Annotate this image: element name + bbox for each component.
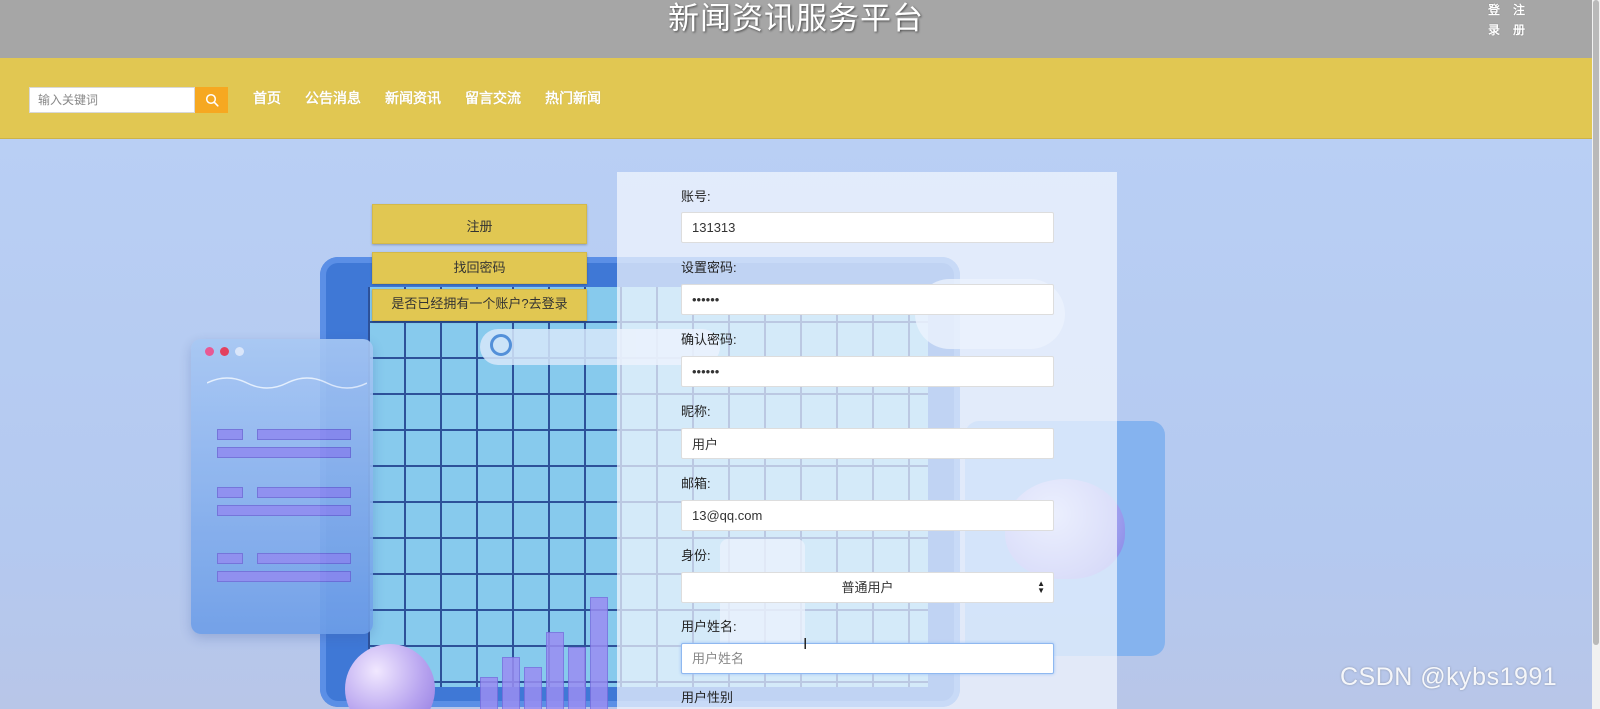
bar-decoration <box>502 657 520 709</box>
nickname-label: 昵称: <box>681 404 711 419</box>
realname-input[interactable] <box>681 643 1054 674</box>
nav-item-messages[interactable]: 留言交流 <box>465 86 521 110</box>
nav-item-announcements[interactable]: 公告消息 <box>305 86 361 110</box>
bar-decoration <box>524 667 542 709</box>
gender-label: 用户性别 <box>681 690 734 705</box>
sort-arrows-icon: ▲ ▼ <box>1037 579 1045 595</box>
window-panel-illustration <box>191 339 373 634</box>
identity-select[interactable]: 普通用户 ▲ ▼ <box>681 572 1054 603</box>
window-dot-icon <box>205 347 214 356</box>
top-header: 新闻资讯服务平台 登录 注册 <box>0 0 1592 58</box>
nav-item-hot-news[interactable]: 热门新闻 <box>545 86 601 110</box>
bar-chart-illustration <box>480 579 620 709</box>
email-label: 邮箱: <box>681 476 711 491</box>
search-icon <box>205 93 219 107</box>
list-bar-decoration <box>217 429 243 440</box>
list-bar-decoration <box>217 487 243 498</box>
bar-decoration <box>546 632 564 709</box>
bar-decoration <box>590 597 608 709</box>
login-link[interactable]: 登录 <box>1488 0 1501 40</box>
search-button[interactable] <box>195 87 228 113</box>
list-bar-decoration <box>257 429 351 440</box>
password-input[interactable] <box>681 284 1054 315</box>
register-link[interactable]: 注册 <box>1513 0 1526 40</box>
go-login-button[interactable]: 是否已经拥有一个账户?去登录 <box>372 289 587 321</box>
page-scrollbar[interactable] <box>1592 0 1600 709</box>
nav-item-news[interactable]: 新闻资讯 <box>385 86 441 110</box>
list-bar-decoration <box>257 553 351 564</box>
site-title: 新闻资讯服务平台 <box>668 1 924 36</box>
identity-label: 身份: <box>681 548 711 563</box>
account-input[interactable] <box>681 212 1054 243</box>
window-dot-icon <box>220 347 229 356</box>
register-button[interactable]: 注册 <box>372 204 587 244</box>
bar-decoration <box>568 647 586 709</box>
watermark: CSDN @kybs1991 <box>1340 663 1558 691</box>
search-input[interactable] <box>29 87 195 113</box>
confirm-password-input[interactable] <box>681 356 1054 387</box>
magnifier-icon <box>490 334 512 356</box>
email-input[interactable] <box>681 500 1054 531</box>
bar-decoration <box>480 677 498 709</box>
auth-links: 登录 注册 <box>1488 0 1526 40</box>
account-label: 账号: <box>681 189 711 204</box>
list-bar-decoration <box>217 505 351 516</box>
list-bar-decoration <box>217 447 351 458</box>
forgot-password-button[interactable]: 找回密码 <box>372 252 587 284</box>
identity-selected-value: 普通用户 <box>841 580 894 595</box>
scrollbar-thumb[interactable] <box>1593 0 1599 645</box>
realname-label: 用户姓名: <box>681 619 737 634</box>
wave-line-icon <box>207 377 367 389</box>
list-bar-decoration <box>217 571 351 582</box>
list-bar-decoration <box>257 487 351 498</box>
list-bar-decoration <box>217 553 243 564</box>
text-cursor-icon: I <box>803 636 808 653</box>
nav-menu: 首页 公告消息 新闻资讯 留言交流 热门新闻 <box>253 86 601 110</box>
password-label: 设置密码: <box>681 260 737 275</box>
confirm-password-label: 确认密码: <box>681 332 737 347</box>
nickname-input[interactable] <box>681 428 1054 459</box>
nav-item-home[interactable]: 首页 <box>253 86 281 110</box>
window-dot-icon <box>235 347 244 356</box>
nav-bar: 首页 公告消息 新闻资讯 留言交流 热门新闻 <box>0 58 1592 139</box>
